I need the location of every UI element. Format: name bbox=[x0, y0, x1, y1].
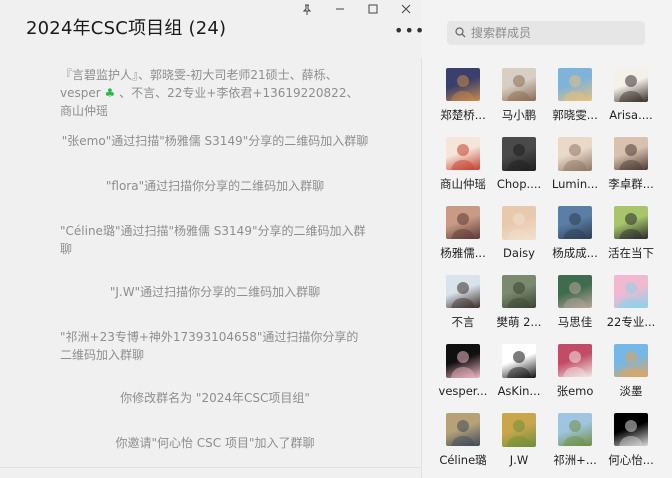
avatar[interactable] bbox=[446, 68, 480, 101]
member-name: 马思佳 bbox=[557, 314, 593, 329]
window-controls bbox=[292, 0, 422, 18]
avatar[interactable] bbox=[558, 137, 592, 171]
member-item[interactable]: Daisy bbox=[492, 206, 546, 260]
avatar[interactable] bbox=[614, 413, 648, 446]
member-name: 郑楚桥... bbox=[440, 107, 486, 122]
member-name: Lumin... bbox=[551, 177, 599, 191]
avatar[interactable] bbox=[614, 68, 648, 102]
member-name: 22专业... bbox=[606, 314, 656, 329]
member-name: J.W bbox=[509, 453, 529, 467]
member-name: 张emo bbox=[556, 383, 594, 398]
minimize-icon[interactable] bbox=[325, 0, 355, 18]
member-name: Arisa.... bbox=[609, 108, 653, 122]
member-item[interactable]: 李卓群... bbox=[604, 137, 658, 191]
avatar[interactable] bbox=[502, 344, 536, 378]
member-name: 不言 bbox=[451, 314, 475, 329]
clover-icon: ♣ bbox=[104, 86, 116, 100]
member-item[interactable]: 樊萌 2... bbox=[492, 275, 546, 329]
system-message: 你修改群名为 "2024年CSC项目组" bbox=[120, 391, 310, 405]
avatar[interactable] bbox=[446, 137, 480, 170]
member-item[interactable]: 杨成成... bbox=[548, 206, 602, 260]
member-name: 杨成成... bbox=[552, 245, 598, 260]
system-message: "张emo"通过扫描"杨雅儒 S3149"分享的二维码加入群聊 bbox=[61, 134, 369, 148]
system-message: "flora"通过扫描你分享的二维码加入群聊 bbox=[105, 179, 325, 193]
member-name: 李卓群... bbox=[608, 176, 654, 191]
system-message: 『言碧监护人』、郭晓雯-初大司老师21硕士、薛栎、vesper ♣ 、不言、22… bbox=[60, 66, 370, 120]
search-icon bbox=[455, 27, 466, 38]
avatar[interactable] bbox=[614, 137, 648, 170]
member-item[interactable]: 商山仲瑶 bbox=[436, 137, 490, 191]
member-name: AsKin... bbox=[497, 384, 541, 398]
avatar[interactable] bbox=[502, 275, 536, 308]
member-name: 何心怡... bbox=[608, 452, 654, 467]
member-search-input[interactable] bbox=[471, 21, 639, 45]
member-item[interactable]: 郑楚桥... bbox=[436, 68, 490, 122]
chat-pane: 2024年CSC项目组 (24) ••• 『言碧监护人』、郭晓雯-初大司老师21… bbox=[0, 0, 424, 478]
member-item[interactable]: 杨雅儒... bbox=[436, 206, 490, 260]
member-item[interactable]: 祁洲+... bbox=[548, 413, 602, 467]
avatar[interactable] bbox=[446, 344, 480, 378]
member-name: vesper... bbox=[438, 384, 488, 398]
avatar[interactable] bbox=[502, 137, 536, 171]
member-item[interactable]: 马小鹏 bbox=[492, 68, 546, 122]
member-item[interactable]: vesper... bbox=[436, 344, 490, 398]
member-item[interactable]: Arisa.... bbox=[604, 68, 658, 122]
avatar[interactable] bbox=[446, 275, 480, 308]
member-item[interactable]: 淡墨 bbox=[604, 344, 658, 398]
avatar[interactable] bbox=[558, 68, 592, 101]
member-name: 马小鹏 bbox=[501, 107, 537, 122]
avatar[interactable] bbox=[446, 206, 480, 239]
member-item[interactable]: 马思佳 bbox=[548, 275, 602, 329]
member-item[interactable]: 何心怡... bbox=[604, 413, 658, 467]
member-name: 樊萌 2... bbox=[496, 314, 542, 329]
member-item[interactable]: Céline璐 bbox=[436, 413, 490, 467]
avatar[interactable] bbox=[614, 206, 648, 239]
avatar[interactable] bbox=[558, 413, 592, 446]
member-item[interactable]: 郭晓雯... bbox=[548, 68, 602, 122]
member-panel: 郑楚桥... 马小鹏郭晓雯... Arisa.... 商山仲瑶 Chop.... Lumi… bbox=[423, 0, 672, 478]
member-search-box[interactable] bbox=[447, 21, 645, 45]
member-name: 杨雅儒... bbox=[440, 245, 486, 260]
avatar[interactable] bbox=[502, 206, 536, 240]
member-item[interactable]: J.W bbox=[492, 413, 546, 467]
member-name: 商山仲瑶 bbox=[440, 176, 486, 191]
maximize-icon[interactable] bbox=[358, 0, 388, 18]
avatar[interactable] bbox=[446, 413, 480, 446]
member-name: Chop.... bbox=[496, 177, 542, 191]
close-icon[interactable] bbox=[391, 0, 421, 18]
divider bbox=[0, 467, 422, 468]
member-name: 祁洲+... bbox=[553, 452, 597, 467]
avatar[interactable] bbox=[502, 413, 536, 447]
chat-title: 2024年CSC项目组 (24) bbox=[26, 18, 227, 39]
member-name: Daisy bbox=[503, 246, 535, 260]
avatar[interactable] bbox=[614, 344, 648, 377]
member-item[interactable]: AsKin... bbox=[492, 344, 546, 398]
member-grid: 郑楚桥... 马小鹏 郭晓雯... Arisa.... 商山仲瑶 Chop.... Lumi… bbox=[436, 68, 668, 467]
more-options-button[interactable]: ••• bbox=[394, 23, 424, 40]
pin-icon[interactable] bbox=[292, 0, 322, 18]
member-name: 郭晓雯... bbox=[552, 107, 598, 122]
member-name: 淡墨 bbox=[619, 383, 643, 398]
system-message: "祁洲+23专博+神外17393104658"通过扫描你分享的二维码加入群聊 bbox=[60, 330, 359, 362]
member-item[interactable]: Chop.... bbox=[492, 137, 546, 191]
avatar[interactable] bbox=[614, 275, 648, 308]
member-item[interactable]: 不言 bbox=[436, 275, 490, 329]
member-item[interactable]: 活在当下 bbox=[604, 206, 658, 260]
system-message: "J.W"通过扫描你分享的二维码加入群聊 bbox=[109, 285, 321, 299]
message-list[interactable]: 『言碧监护人』、郭晓雯-初大司老师21硕士、薛栎、vesper ♣ 、不言、22… bbox=[0, 58, 422, 468]
avatar[interactable] bbox=[558, 206, 592, 239]
avatar[interactable] bbox=[502, 68, 536, 101]
avatar[interactable] bbox=[558, 344, 592, 377]
avatar[interactable] bbox=[558, 275, 592, 308]
member-name: Céline璐 bbox=[439, 452, 487, 467]
system-message: "Céline璐"通过扫描"杨雅儒 S3149"分享的二维码加入群聊 bbox=[60, 224, 366, 256]
member-name: 活在当下 bbox=[608, 245, 654, 260]
member-item[interactable]: Lumin... bbox=[548, 137, 602, 191]
system-message: 你邀请"何心怡 CSC 项目"加入了群聊 bbox=[115, 436, 315, 450]
member-item[interactable]: 22专业... bbox=[604, 275, 658, 329]
member-item[interactable]: 张emo bbox=[548, 344, 602, 398]
